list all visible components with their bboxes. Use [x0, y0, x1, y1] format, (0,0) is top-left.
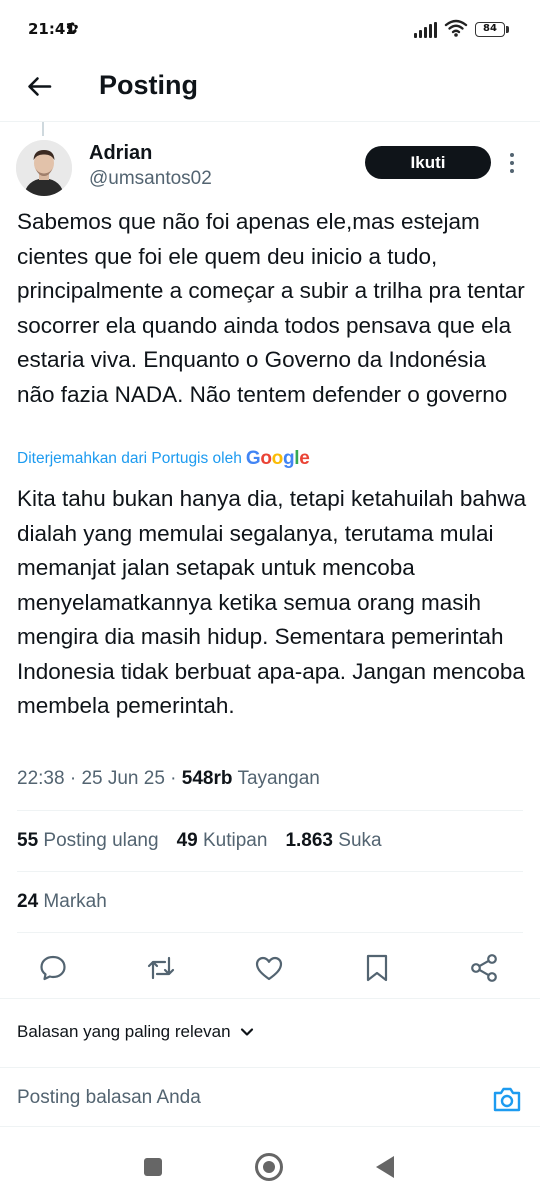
quotes-label: Kutipan — [203, 830, 268, 851]
likes-stat[interactable]: 1.863 Suka — [285, 830, 381, 852]
google-logo-letter: o — [271, 448, 284, 469]
author-name[interactable]: Adrian — [89, 142, 152, 165]
reply-icon[interactable] — [37, 952, 69, 984]
repost-icon[interactable] — [145, 952, 177, 984]
battery-tip — [506, 26, 509, 33]
signal-icon — [414, 22, 438, 38]
bookmark-icon[interactable] — [361, 952, 393, 984]
bookmarks-count: 24 — [17, 891, 39, 912]
camera-icon[interactable] — [492, 1085, 522, 1113]
divider — [17, 932, 523, 933]
bookmarks-stat[interactable]: 24 Markah — [17, 891, 107, 913]
post-time: 22:38 — [17, 768, 65, 789]
avatar-image — [16, 140, 72, 196]
divider — [17, 810, 523, 811]
translation-label: Diterjemahkan dari Portugis oleh — [17, 450, 242, 467]
battery-indicator: 84 — [475, 22, 505, 37]
avatar[interactable] — [16, 140, 72, 196]
home-button[interactable] — [255, 1153, 283, 1181]
arrow-left-icon[interactable] — [22, 70, 56, 104]
post-date: 25 Jun 25 — [81, 768, 165, 789]
likes-count: 1.863 — [285, 830, 333, 851]
google-logo: Google — [246, 448, 310, 470]
google-logo-letter: o — [260, 448, 272, 469]
reposts-stat[interactable]: 55 Posting ulang — [17, 830, 159, 852]
thread-connector — [42, 122, 44, 136]
google-logo-letter: G — [245, 448, 261, 469]
engagement-stats: 55 Posting ulang 49 Kutipan 1.863 Suka — [17, 830, 400, 852]
page-title: Posting — [99, 70, 198, 100]
action-bar — [0, 940, 540, 996]
view-count: 548rb — [181, 768, 233, 789]
notification-icon: ✿ — [66, 19, 79, 37]
divider — [17, 871, 523, 872]
reposts-label: Posting ulang — [43, 830, 159, 851]
chevron-down-icon — [240, 1028, 253, 1036]
page-header: Posting — [0, 60, 540, 122]
system-navigation-bar — [0, 1138, 540, 1200]
meta-separator: · — [64, 768, 82, 789]
post-text: Sabemos que não foi apenas ele,mas estej… — [17, 209, 525, 407]
meta-separator: · — [164, 768, 182, 789]
reply-composer — [0, 1067, 540, 1127]
share-icon[interactable] — [468, 952, 500, 984]
more-options-icon[interactable] — [505, 150, 519, 176]
post-meta: 22:38 · 25 Jun 25 · 548rb Tayangan — [17, 768, 320, 790]
replies-sort-label: Balasan yang paling relevan — [17, 1022, 231, 1041]
heart-icon[interactable] — [253, 952, 285, 984]
view-label: Tayangan — [237, 768, 320, 789]
translated-post-text: Kita tahu bukan hanya dia, tetapi ketahu… — [17, 486, 527, 718]
author-handle[interactable]: @umsantos02 — [89, 168, 212, 190]
recent-apps-button[interactable] — [144, 1158, 162, 1176]
quotes-count: 49 — [176, 830, 198, 851]
google-logo-letter: g — [282, 448, 295, 469]
follow-button[interactable]: Ikuti — [365, 146, 491, 179]
quotes-stat[interactable]: 49 Kutipan — [177, 830, 268, 852]
translation-attribution[interactable]: Diterjemahkan dari Portugis oleh Google — [17, 448, 310, 470]
google-logo-letter: e — [299, 448, 310, 469]
likes-label: Suka — [338, 830, 382, 851]
bookmarks-label: Markah — [43, 891, 107, 912]
reply-input[interactable] — [17, 1082, 457, 1114]
status-bar: 21:41 ✿ 84 — [0, 0, 540, 60]
divider — [0, 998, 540, 999]
system-back-button[interactable] — [376, 1156, 394, 1178]
replies-sort-dropdown[interactable]: Balasan yang paling relevan — [17, 1022, 255, 1042]
reposts-count: 55 — [17, 830, 39, 851]
wifi-icon — [444, 19, 468, 37]
